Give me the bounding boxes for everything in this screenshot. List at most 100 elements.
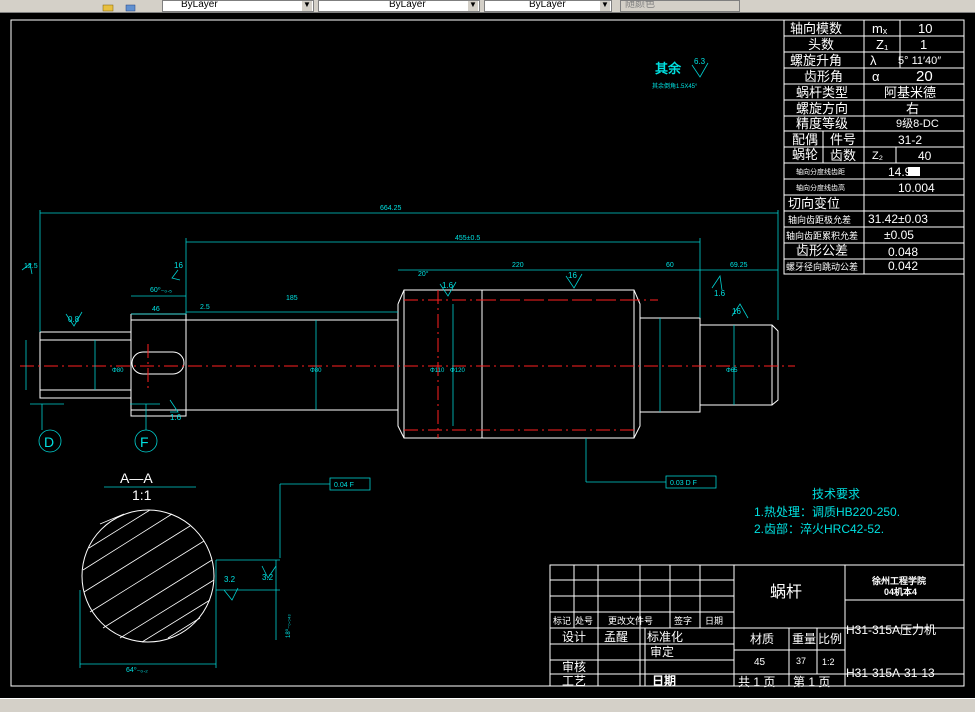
rough-1-6-e: 1.6 — [714, 289, 726, 298]
scale-value: 1:2 — [822, 657, 835, 667]
tooth-height-label: 轴向分度线齿高 — [796, 183, 845, 192]
lineweight-dropdown-value: ByLayer — [529, 0, 566, 10]
part-no-value: 31-2 — [898, 133, 922, 147]
param-sym-pressure-angle: α — [872, 69, 880, 84]
runout-tol-frame: 0.03 D F — [670, 480, 697, 487]
teeth-label: 齿数 — [830, 148, 856, 163]
runout-tol-value: 0.042 — [888, 259, 918, 273]
rev-mark-label: 标记 — [553, 615, 571, 626]
drawing-svg: 轴向模数 mₓ 10 头数 Z₁ 1 螺旋升角 λ 5° 11′40″ 齿形角 … — [10, 19, 965, 689]
param-val-pressure-angle: 20 — [916, 68, 933, 85]
page-number: 第 1 页 — [793, 675, 830, 689]
rev-doc-label: 更改文件号 — [608, 615, 653, 626]
layer-icon[interactable] — [102, 0, 116, 12]
status-bar — [0, 698, 975, 712]
dim-220: 220 — [512, 262, 524, 269]
tech-line-2: 2.齿部：淬火HRC42-52. — [754, 521, 884, 536]
part-name: 蜗杆 — [770, 583, 802, 601]
section-rough-a: 3.2 — [224, 575, 236, 584]
dim-185: 185 — [286, 295, 298, 302]
drawing-number: H31-315A-31-13 — [846, 666, 935, 680]
tech-line-1: 1.热处理：调质HB220-250. — [754, 505, 900, 519]
part-no-label: 件号 — [830, 132, 856, 147]
rev-zone-label: 处号 — [575, 615, 593, 626]
drawing-name: H31-315A压力机 — [846, 623, 936, 637]
chevron-down-icon[interactable]: ▼ — [468, 1, 478, 11]
drawing-canvas[interactable]: 轴向模数 mₓ 10 头数 Z₁ 1 螺旋升角 λ 5° 11′40″ 齿形角 … — [0, 13, 975, 698]
title-block-text: 蜗杆 徐州工程学院 04机本4 H31-315A压力机 H31-315A-31-… — [553, 575, 936, 689]
param-label-accuracy: 精度等级 — [796, 116, 848, 131]
date-label: 日期 — [652, 673, 676, 688]
param-val-hand: 右 — [906, 101, 919, 116]
param-val-worm-type: 阿基米德 — [884, 85, 936, 100]
dia-110: Φ110 — [430, 368, 445, 374]
material-value: 45 — [754, 657, 766, 668]
chamfer-note: 其余倒角1.5X45° — [652, 82, 698, 90]
dim-46: 46 — [152, 306, 160, 313]
teeth-sym: Z₂ — [872, 150, 883, 162]
tangential-shift-label: 切向变位 — [788, 196, 840, 211]
linetype-dropdown[interactable]: ByLayer ▼ — [318, 0, 480, 12]
approve-label: 审定 — [650, 644, 674, 659]
shaft-outline — [39, 289, 779, 439]
lineweight-dropdown[interactable]: ByLayer ▼ — [484, 0, 612, 12]
process-label: 工艺 — [562, 674, 586, 688]
rev-sign-label: 签字 — [674, 615, 692, 626]
rough-16-d: 16 — [732, 307, 741, 316]
weight-label: 重量 — [792, 632, 816, 646]
dim-overall: 664.25 — [380, 205, 402, 212]
param-sym-starts: Z₁ — [876, 37, 889, 52]
cumulative-tol-value: ±0.05 — [884, 228, 914, 242]
param-val-lead-angle: 5° 11′40″ — [898, 55, 941, 67]
rough-1-6-c: 1.6 — [170, 413, 182, 422]
dia-80-b: Φ80 — [310, 368, 322, 374]
designer-name: 孟醒 — [604, 630, 628, 644]
dim-69-25: 69.25 — [730, 262, 748, 269]
rough-1-6-a: 1.6 — [442, 281, 454, 290]
section-dim-18: 18⁰₋₀.₀₄₃ — [285, 614, 292, 638]
mate-label-1: 配偶 — [792, 132, 818, 147]
cumulative-tol-label: 轴向齿距累积允差 — [786, 230, 858, 241]
datum-d-label: D — [44, 434, 54, 450]
param-sym-module: mₓ — [872, 21, 888, 36]
layer-dropdown-value: ByLayer — [181, 0, 218, 10]
chevron-down-icon[interactable]: ▼ — [600, 1, 610, 11]
selection-highlight — [908, 167, 920, 176]
weight-value: 37 — [796, 656, 806, 666]
teeth-value: 40 — [918, 149, 932, 163]
plotstyle-dropdown: 随颜色 — [620, 0, 740, 12]
roughness-label: 其余 — [655, 61, 682, 76]
param-val-module: 10 — [918, 21, 932, 36]
total-pages: 共 1 页 — [738, 675, 775, 689]
pitch-tol-label: 轴向齿距极允差 — [788, 214, 851, 225]
section-title: A—A — [120, 470, 153, 486]
section-rough-b: 3.2 — [262, 573, 274, 582]
param-label-module: 轴向模数 — [790, 21, 842, 36]
mate-label-2: 蜗轮 — [792, 147, 818, 162]
plotstyle-dropdown-value: 随颜色 — [625, 0, 655, 10]
class-name: 04机本4 — [884, 586, 917, 597]
rough-12-5: 12.5 — [24, 263, 38, 270]
section-scale: 1:1 — [132, 487, 152, 503]
param-sym-lead-angle: λ — [870, 53, 877, 68]
toolbar: ByLayer ▼ ByLayer ▼ ByLayer ▼ 随颜色 — [0, 0, 975, 13]
dim-2-5: 2.5 — [200, 304, 210, 311]
datum-f-label: F — [140, 434, 149, 450]
school-name: 徐州工程学院 — [871, 575, 926, 586]
section-dim-64: 64⁰₋₀.₂ — [126, 666, 148, 674]
dim-455: 455±0.5 — [455, 235, 480, 242]
dia-65: Φ65 — [726, 368, 738, 374]
scale-label: 比例 — [818, 632, 842, 646]
param-label-pressure-angle: 齿形角 — [804, 69, 843, 84]
layers-stack-icon[interactable] — [124, 0, 138, 12]
section-text: A—A 1:1 3.2 3.2 64⁰₋₀.₂ 18⁰₋₀.₀₄₃ — [120, 470, 292, 674]
chevron-down-icon[interactable]: ▼ — [302, 1, 312, 11]
param-label-worm-type: 蜗杆类型 — [796, 85, 848, 100]
design-label: 设计 — [562, 630, 586, 644]
material-label: 材质 — [750, 632, 774, 646]
axial-pitch-label: 轴向分度线齿距 — [796, 167, 845, 176]
layer-dropdown[interactable]: ByLayer ▼ — [162, 0, 314, 12]
linetype-dropdown-value: ByLayer — [389, 0, 426, 10]
param-label-lead-angle: 螺旋升角 — [790, 53, 842, 68]
param-val-accuracy: 9级8-DC — [896, 117, 939, 130]
